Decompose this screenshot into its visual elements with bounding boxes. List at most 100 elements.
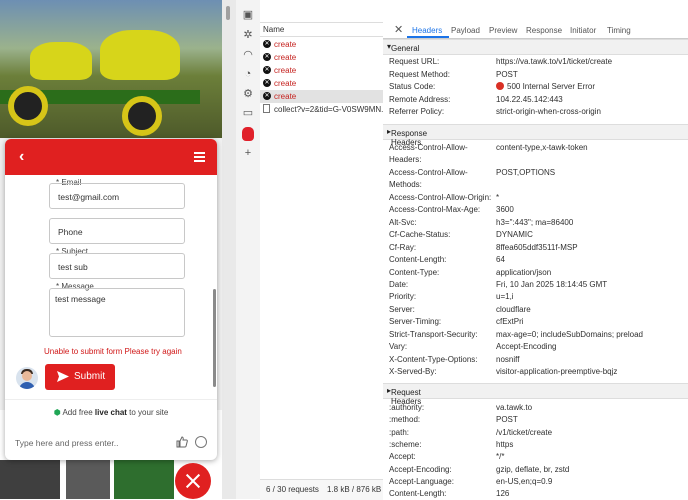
request-header-value[interactable]: en-US,en;q=0.9 bbox=[496, 477, 552, 486]
powered-by-link[interactable]: ⬢ Add free live chat to your site bbox=[5, 408, 217, 417]
general-header-value[interactable]: strict-origin-when-cross-origin bbox=[496, 107, 601, 116]
emoji-icon[interactable] bbox=[195, 436, 207, 448]
request-header-value[interactable]: 126 bbox=[496, 489, 509, 498]
email-field[interactable]: test@gmail.com bbox=[49, 183, 185, 209]
response-header-value[interactable]: 64 bbox=[496, 255, 505, 264]
response-header-value[interactable]: nosniff bbox=[496, 355, 519, 364]
error-icon: ✕ bbox=[263, 79, 271, 87]
chat-widget: ‹ * Email test@gmail.com Phone * Subject… bbox=[5, 139, 217, 460]
wifi-icon[interactable]: ◠ bbox=[242, 49, 254, 61]
response-header-key-cont: Headers: bbox=[389, 155, 422, 165]
request-header-value[interactable]: https bbox=[496, 440, 513, 449]
tab-preview[interactable]: Preview bbox=[489, 26, 517, 35]
response-header-value[interactable]: cfExtPri bbox=[496, 317, 524, 326]
menu-icon[interactable] bbox=[194, 152, 205, 164]
response-header-value[interactable]: content-type,x-tawk-token bbox=[496, 143, 588, 152]
response-header-value[interactable]: * bbox=[496, 193, 499, 202]
request-header-value[interactable]: POST bbox=[496, 415, 518, 424]
response-header-key: Access-Control-Allow- bbox=[389, 143, 468, 152]
general-header-key: Referrer Policy: bbox=[389, 107, 445, 116]
response-header-key: Cf-Cache-Status: bbox=[389, 230, 451, 240]
general-header-value[interactable]: 500 Internal Server Error bbox=[496, 82, 595, 91]
response-header-value[interactable]: max-age=0; includeSubDomains; preload bbox=[496, 330, 643, 339]
response-header-key: Vary: bbox=[389, 342, 408, 352]
request-header-value[interactable]: */* bbox=[496, 452, 504, 461]
chat-scrollbar[interactable] bbox=[213, 289, 216, 387]
response-header-value[interactable]: application/json bbox=[496, 268, 551, 277]
tab-headers[interactable]: Headers bbox=[412, 26, 442, 35]
response-header-key: X-Content-Type-Options: bbox=[389, 354, 478, 364]
response-header-value[interactable]: DYNAMIC bbox=[496, 230, 533, 239]
tab-initiator[interactable]: Initiator bbox=[570, 26, 596, 35]
response-header-value[interactable]: 3600 bbox=[496, 205, 514, 214]
bug-icon[interactable]: ✲ bbox=[242, 29, 254, 41]
general-header-value[interactable]: 104.22.45.142:443 bbox=[496, 95, 563, 104]
back-icon[interactable]: ‹ bbox=[19, 148, 24, 166]
response-header-value[interactable]: Fri, 10 Jan 2025 18:14:45 GMT bbox=[496, 280, 607, 289]
request-header-value[interactable]: gzip, deflate, br, zstd bbox=[496, 465, 569, 474]
response-header-key: Content-Type: bbox=[389, 267, 440, 277]
network-request-list: Name ✕ create ✕ create ✕ create ✕ create ✕ cr… bbox=[260, 0, 388, 500]
message-field[interactable]: test message bbox=[49, 288, 185, 337]
response-header-value[interactable]: POST,OPTIONS bbox=[496, 168, 555, 177]
tawk-logo-icon: ⬢ bbox=[53, 408, 61, 417]
request-header-key: Accept: bbox=[389, 452, 416, 462]
response-headers-section[interactable]: ▸ Response Headers bbox=[383, 124, 688, 147]
request-row[interactable]: ✕ create bbox=[260, 77, 383, 90]
request-row[interactable]: ✕ create bbox=[260, 64, 383, 77]
response-header-key: Access-Control-Allow-Origin: bbox=[389, 192, 492, 202]
layers-icon[interactable]: ▭ bbox=[242, 107, 254, 119]
response-header-value[interactable]: 8ffea605ddf3511f-MSP bbox=[496, 243, 578, 252]
tab-timing[interactable]: Timing bbox=[607, 26, 631, 35]
error-icon: ✕ bbox=[263, 66, 271, 74]
request-row[interactable]: ✕ create bbox=[260, 38, 383, 51]
devtools-rail: ▣ ✲ ◠ ◔ ⚙ ▭ + bbox=[236, 0, 261, 499]
response-header-value[interactable]: u=1,i bbox=[496, 292, 514, 301]
performance-icon[interactable]: ◔ bbox=[242, 68, 254, 80]
subject-field[interactable]: test sub bbox=[49, 253, 185, 279]
request-header-value[interactable]: va.tawk.to bbox=[496, 403, 532, 412]
add-icon[interactable]: + bbox=[242, 147, 254, 159]
elements-icon[interactable]: ▣ bbox=[242, 9, 254, 21]
tab-payload[interactable]: Payload bbox=[451, 26, 480, 35]
error-status-icon bbox=[496, 82, 504, 90]
tab-response[interactable]: Response bbox=[526, 26, 562, 35]
response-header-value[interactable]: visitor-application-preemptive-bqjz bbox=[496, 367, 617, 376]
general-header-key: Request URL: bbox=[389, 57, 440, 66]
settings-icon[interactable]: ⚙ bbox=[242, 88, 254, 100]
phone-field[interactable]: Phone bbox=[49, 218, 185, 244]
rating-icon[interactable] bbox=[176, 436, 188, 448]
response-header-key-cont: Methods: bbox=[389, 180, 422, 190]
response-header-value[interactable]: cloudflare bbox=[496, 305, 531, 314]
general-section-header[interactable]: ▾ General bbox=[383, 39, 688, 55]
request-header-key: Accept-Language: bbox=[389, 476, 454, 486]
close-icon[interactable]: ✕ bbox=[394, 23, 403, 36]
request-row-selected[interactable]: ✕ create bbox=[260, 90, 383, 103]
response-header-value[interactable]: h3=":443"; ma=86400 bbox=[496, 218, 573, 227]
chat-message-input[interactable]: Type here and press enter.. bbox=[15, 438, 118, 448]
request-row[interactable]: collect?v=2&tid=G-V0SW9MN... bbox=[260, 103, 388, 116]
general-header-key: Request Method: bbox=[389, 69, 450, 79]
name-column-header[interactable]: Name bbox=[263, 25, 284, 34]
network-status-bar: 6 / 30 requests 1.8 kB / 876 kB tr bbox=[260, 479, 388, 500]
general-header-value[interactable]: POST bbox=[496, 70, 518, 79]
response-header-key: Content-Length: bbox=[389, 255, 447, 265]
response-header-value[interactable]: Accept-Encoding bbox=[496, 342, 556, 351]
general-header-value[interactable]: https://va.tawk.to/v1/ticket/create bbox=[496, 57, 612, 66]
response-header-key: X-Served-By: bbox=[389, 367, 437, 377]
request-headers-section[interactable]: ▸ Request Headers bbox=[383, 383, 688, 406]
extension-icon[interactable] bbox=[242, 127, 254, 141]
request-header-value[interactable]: /v1/ticket/create bbox=[496, 428, 552, 437]
close-chat-button[interactable] bbox=[175, 463, 211, 499]
page-scrollbar[interactable] bbox=[226, 6, 230, 20]
tractor-photo bbox=[0, 0, 222, 138]
request-header-key: :authority: bbox=[389, 403, 425, 412]
response-header-key: Date: bbox=[389, 279, 409, 289]
response-header-key: Cf-Ray: bbox=[389, 242, 417, 252]
transfer-size: 1.8 kB / 876 kB tr bbox=[327, 485, 389, 494]
request-header-key: Accept-Encoding: bbox=[389, 464, 452, 474]
response-header-key: Access-Control-Max-Age: bbox=[389, 205, 481, 215]
response-header-key: Server-Timing: bbox=[389, 317, 442, 327]
submit-button[interactable]: Submit bbox=[45, 364, 115, 390]
request-row[interactable]: ✕ create bbox=[260, 51, 383, 64]
